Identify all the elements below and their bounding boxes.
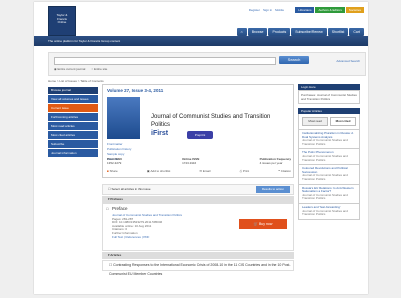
home-button[interactable]: ⌂ [236, 28, 247, 36]
preface-title[interactable]: Preface [112, 206, 128, 211]
preface-links[interactable]: Full Text | References | PDF [112, 235, 182, 240]
popular-article[interactable]: Russia's EU Relations: Is Anti-Western N… [298, 184, 360, 204]
scope-site-label: Entire site [93, 67, 108, 71]
popular-article-journal: Journal of Communist Studies and Transit… [302, 153, 348, 162]
site-logo[interactable]: Taylor & Francis Online [48, 6, 76, 36]
prefaces-section-label: Prefaces [110, 197, 123, 201]
issn-table: Print ISSN 1352-3279 Online ISSN 1743-9116… [107, 157, 291, 165]
popular-article[interactable]: Institutionalizing Pluralism in Russia: … [298, 130, 360, 150]
buy-now-label: Buy now [258, 222, 273, 226]
shortlist-label: Add to shortlist [150, 169, 171, 173]
search-input[interactable] [54, 57, 276, 65]
preface-entry: ☐ Preface Journal of Communist Studies a… [102, 203, 294, 251]
articles-section-label: Articles [110, 253, 122, 257]
cart-icon: 🛒 [253, 222, 258, 226]
audience-pills: Librarians Authors & Editors Societies [295, 7, 364, 13]
popular-article-journal: Journal of Communist Studies and Transit… [302, 208, 348, 217]
left-nav-forthcoming[interactable]: Forthcoming articles [48, 112, 98, 121]
scope-journal-radio[interactable]: ◉ Entire current journal [54, 67, 85, 71]
authors-pill[interactable]: Authors & Editors [315, 7, 345, 13]
online-issn-value: 1743-9116 [182, 161, 197, 165]
advanced-search-link[interactable]: Advanced Search [336, 59, 360, 63]
popular-article-journal: Journal of Communist Studies and Transit… [302, 192, 348, 201]
results-action-button[interactable]: Results to action [255, 186, 290, 193]
sign-in-link[interactable]: Sign in [263, 8, 272, 12]
nav-subscribe[interactable]: Subscribe/Renew [291, 28, 327, 36]
nav-shortlist[interactable]: Shortlist [327, 28, 349, 36]
share-icon: ■ [107, 169, 109, 173]
print-icon: ⎙ [239, 169, 243, 173]
popular-article[interactable]: The Putin Phenomenon Journal of Communis… [298, 149, 360, 166]
right-sidebar: Login Here Purchases: Journal of Communi… [298, 84, 360, 220]
logo-line-3: Online [57, 20, 67, 24]
popular-article-journal: Journal of Communist Studies and Transit… [302, 173, 348, 181]
scope-journal-label: Entire current journal [57, 67, 86, 71]
article-row[interactable]: ☐ Contrasting Responses to the Internati… [102, 260, 294, 276]
left-nav-most-cited[interactable]: Most cited articles [48, 130, 98, 139]
main-nav: ⌂ Browse Products Subscribe/Renew Shortl… [236, 28, 364, 36]
left-nav-current-issue[interactable]: Current issue [48, 103, 98, 112]
popular-article-journal: Journal of Communist Studies and Transit… [302, 138, 348, 146]
nav-products[interactable]: Products [268, 28, 291, 36]
preface-details: Journal of Communist Studies and Transit… [112, 213, 182, 240]
popular-article[interactable]: Coloured Revolutions and Political Succe… [298, 165, 360, 185]
tab-most-read[interactable]: Most read [302, 117, 328, 126]
nav-cart[interactable]: Cart [349, 28, 364, 36]
mobile-link[interactable]: Mobile [275, 8, 284, 12]
citation-button[interactable]: ❝ Citation [278, 169, 291, 173]
top-links: Register Sign in Mobile [249, 8, 284, 12]
scope-site-radio[interactable]: ○ Entire site [91, 67, 107, 71]
citation-icon: ❝ [278, 169, 280, 173]
banner-bar: The online platform for Taylor & Francis… [34, 36, 368, 46]
article-title[interactable]: Contrasting Responses to the Internation… [109, 263, 291, 276]
share-button[interactable]: ■ Share [107, 169, 118, 173]
nav-browse[interactable]: Browse [247, 28, 268, 36]
journal-title: Journal of Communist Studies and Transit… [151, 114, 271, 128]
page: Taylor & Francis Online Register Sign in… [34, 2, 368, 294]
print-issn-value: 1352-3279 [107, 161, 122, 165]
left-nav: Browse journal View all volumes and issu… [48, 87, 98, 157]
email-icon: ✉ [199, 169, 203, 173]
preface-checkbox[interactable]: ☐ [106, 207, 109, 211]
main-content: Volume 27, Issue 3-4, 2011 Journal of Co… [102, 84, 294, 276]
article-checkbox[interactable]: ☐ [109, 263, 112, 267]
add-to-shortlist-button[interactable]: ▣ Add to shortlist [147, 169, 170, 173]
articles-section-header[interactable]: ▾ Articles [102, 252, 294, 259]
issue-box: Volume 27, Issue 3-4, 2011 Journal of Co… [102, 84, 294, 178]
email-label: Email [202, 169, 211, 173]
tab-most-cited[interactable]: Most cited [330, 117, 356, 126]
search-area: Search Advanced Search ◉ Entire current … [48, 52, 366, 76]
login-text[interactable]: Purchases: Journal of Communist Studies … [298, 90, 360, 104]
register-link[interactable]: Register [249, 8, 260, 12]
select-all-row: ☐ Select all articles in this issue Resu… [102, 184, 294, 195]
banner-text: The online platform for Taylor & Francis… [48, 39, 121, 43]
share-label: Share [109, 169, 118, 173]
search-scope: ◉ Entire current journal ○ Entire site [54, 67, 107, 71]
journal-cover-image[interactable] [107, 97, 140, 139]
left-nav-most-read[interactable]: Most read articles [48, 121, 98, 130]
left-nav-volumes[interactable]: View all volumes and issues [48, 94, 98, 103]
print-label: Print [242, 169, 250, 173]
issue-tools: ■ Share ▣ Add to shortlist ✉ Email ⎙ Pri… [107, 169, 291, 173]
email-button[interactable]: ✉ Email [200, 169, 211, 173]
popular-article[interactable]: Leaders and 'fast-forwarding' Journal of… [298, 203, 360, 220]
frequency-value: 4 issues per year [259, 161, 283, 165]
ifirst-badge: Preprint [187, 131, 213, 139]
left-nav-header: Browse journal [48, 87, 98, 94]
ifirst-logo: iFirst [151, 130, 169, 137]
volume-heading: Volume 27, Issue 3-4, 2011 [107, 88, 164, 93]
popular-tabs: Most read Most cited [298, 114, 360, 130]
select-all-checkbox[interactable]: ☐ [108, 187, 111, 191]
librarians-pill[interactable]: Librarians [295, 7, 315, 13]
prefaces-section-header[interactable]: ▾ Prefaces [102, 196, 294, 203]
societies-pill[interactable]: Societies [345, 7, 364, 13]
left-nav-subscribe[interactable]: Subscribe [48, 139, 98, 148]
buy-now-button[interactable]: 🛒 Buy now [239, 219, 287, 229]
print-button[interactable]: ⎙ Print [240, 169, 249, 173]
breadcrumb[interactable]: Home > List of Issues > Table of Content… [48, 79, 104, 83]
left-nav-journal-info[interactable]: Journal information [48, 148, 98, 157]
search-button[interactable]: Search [279, 56, 309, 64]
citation-label: Citation [280, 169, 291, 173]
select-all-label: Select all articles in this issue [111, 187, 151, 191]
